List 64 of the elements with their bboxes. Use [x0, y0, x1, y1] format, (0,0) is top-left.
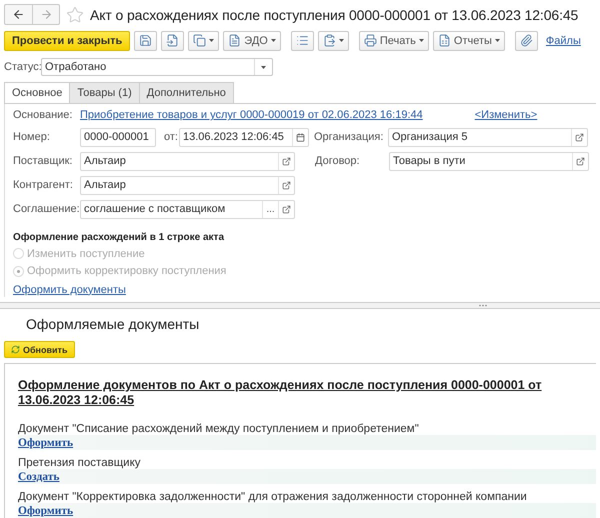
- toolbar-menu-button[interactable]: Печать: [358, 30, 429, 50]
- toolbar-menu-button[interactable]: Отчеты: [432, 30, 505, 50]
- caret-icon: [270, 39, 276, 42]
- field-label: Поставщик:: [13, 155, 74, 168]
- toolbar-button[interactable]: [134, 30, 158, 50]
- field-label: Соглашение:: [13, 203, 80, 216]
- document-action-link[interactable]: Оформить: [18, 504, 74, 516]
- section-title: Оформление расхождений в 1 строке акта: [13, 232, 226, 243]
- radio-label: Изменить поступление: [27, 248, 145, 260]
- number-field[interactable]: 0000-000001: [80, 128, 156, 147]
- calendar-icon: [296, 132, 305, 142]
- tab[interactable]: Основное: [4, 82, 70, 103]
- toolbar-menu-button[interactable]: [318, 30, 349, 50]
- open-icon: [282, 204, 291, 214]
- document-description: Документ "Списание расхождений между поступлением и приобретением": [18, 423, 420, 435]
- caret-icon: [338, 39, 344, 42]
- field-label: от:: [164, 131, 179, 144]
- field-label: Организация:: [314, 131, 384, 144]
- document-action-link[interactable]: Оформить: [18, 436, 74, 448]
- field-label: Договор:: [315, 155, 361, 168]
- open-icon: [282, 156, 291, 166]
- counterparty-field[interactable]: Альтаир: [80, 176, 295, 195]
- open-icon: [575, 132, 584, 142]
- choose-button[interactable]: ...: [262, 200, 278, 218]
- organization-field[interactable]: Организация 5: [388, 128, 588, 147]
- supplier-field[interactable]: Альтаир: [80, 152, 295, 171]
- star-icon[interactable]: [66, 6, 84, 24]
- files-link[interactable]: Файлы: [546, 34, 581, 46]
- refresh-button[interactable]: Обновить: [4, 341, 74, 358]
- document-description: Документ "Корректировка задолженности" для отражения задолженности сторонней компании: [18, 491, 528, 503]
- document-action-link[interactable]: Создать: [18, 470, 60, 482]
- documents-heading: Оформление документов по Акт о расхождениях после поступления 0000-000001 от 13.06.2023 12:06:45: [18, 378, 543, 408]
- make-documents-link[interactable]: Оформить документы: [13, 284, 126, 296]
- arrow-left-icon: [12, 8, 25, 21]
- caret-icon: [418, 39, 424, 42]
- status-select[interactable]: Отработано: [41, 58, 273, 76]
- field-label: Основание:: [13, 109, 74, 122]
- caret-icon: [261, 66, 266, 68]
- basis-link[interactable]: Приобретение товаров и услуг 0000-000019 от 02.06.2023 16:19:44: [80, 109, 423, 122]
- open-icon: [282, 180, 291, 190]
- toolbar-menu-button[interactable]: ЭДО: [223, 30, 281, 50]
- section-title: Оформляемые документы: [25, 316, 200, 334]
- toolbar-button[interactable]: [514, 30, 538, 50]
- arrow-right-icon: [40, 8, 52, 21]
- contract-field[interactable]: Товары в пути: [389, 152, 589, 171]
- field-label: Контрагент:: [13, 179, 74, 192]
- tab[interactable]: Дополнительно: [138, 82, 234, 103]
- window-title: Акт о расхождениях после поступления 0000-000001 от 13.06.2023 12:06:45: [90, 6, 578, 22]
- tab[interactable]: Товары (1): [69, 82, 140, 103]
- document-description: Претензия поставщику: [18, 457, 142, 469]
- open-icon: [576, 156, 585, 166]
- grip-icon[interactable]: [478, 303, 488, 308]
- radio-label: Оформить корректировку поступления: [27, 265, 226, 278]
- caret-icon: [209, 39, 214, 42]
- date-field[interactable]: 13.06.2023 12:06:45: [179, 128, 309, 147]
- toolbar-button[interactable]: [161, 30, 184, 50]
- caret-icon: [494, 39, 500, 42]
- toolbar-menu-button[interactable]: [188, 30, 220, 50]
- post-and-close-button[interactable]: Провести и закрыть: [4, 30, 130, 50]
- refresh-icon: [11, 345, 20, 354]
- toolbar-button[interactable]: [290, 30, 314, 50]
- field-label: Номер:: [13, 131, 51, 144]
- agreement-field[interactable]: соглашение с поставщиком ...: [80, 200, 295, 219]
- change-link[interactable]: <Изменить>: [474, 109, 538, 122]
